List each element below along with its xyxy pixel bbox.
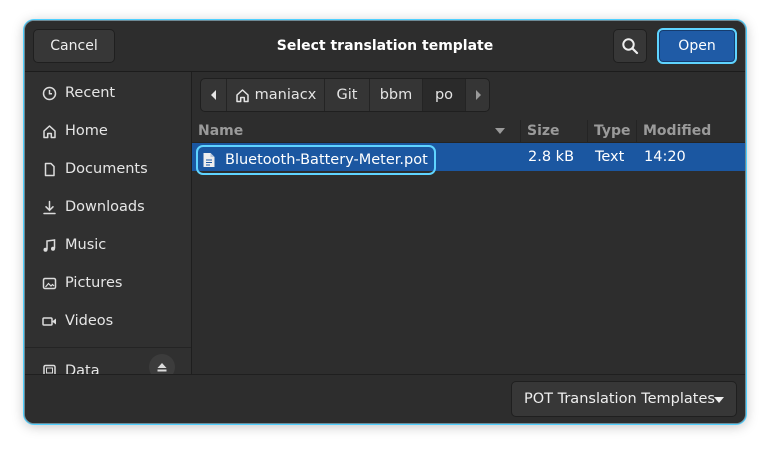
sidebar-item-home[interactable]: Home	[25, 112, 191, 150]
document-icon	[41, 161, 57, 177]
column-header-row: Name Size Type Modified	[192, 120, 745, 143]
file-type-filter-dropdown[interactable]: POT Translation Templates	[511, 381, 737, 417]
path-segment-po[interactable]: po	[423, 79, 466, 111]
column-header-size[interactable]: Size	[520, 120, 587, 142]
sidebar-item-downloads[interactable]: Downloads	[25, 188, 191, 226]
chevron-down-icon	[714, 397, 724, 403]
sidebar-item-label: Recent	[65, 85, 116, 101]
home-icon	[41, 123, 57, 139]
chevron-left-icon	[210, 90, 216, 100]
sidebar-separator	[25, 347, 191, 348]
path-segment-label: bbm	[379, 87, 413, 103]
search-icon	[622, 38, 639, 55]
text-file-icon	[203, 153, 215, 167]
column-header-label: Type	[594, 123, 631, 139]
file-browser: maniacx Git bbm po Name Size Type Modifi…	[192, 72, 745, 374]
column-header-type[interactable]: Type	[587, 120, 636, 142]
chevron-right-icon	[475, 90, 481, 100]
eject-button[interactable]	[149, 354, 175, 374]
path-segment-bbm[interactable]: bbm	[370, 79, 423, 111]
open-button[interactable]: Open	[657, 28, 737, 64]
sidebar-item-label: Videos	[65, 313, 114, 329]
sidebar-item-videos[interactable]: Videos	[25, 302, 191, 340]
eject-icon	[157, 363, 167, 372]
sidebar-item-data[interactable]: Data	[25, 352, 191, 374]
video-icon	[41, 313, 57, 329]
file-name-cell[interactable]: Bluetooth-Battery-Meter.pot	[196, 145, 436, 175]
column-header-label: Name	[198, 123, 244, 139]
file-row[interactable]: Bluetooth-Battery-Meter.pot 2.8 kB Text …	[192, 143, 745, 175]
music-icon	[41, 237, 57, 253]
sort-descending-icon	[495, 128, 505, 134]
column-header-modified[interactable]: Modified	[636, 120, 745, 142]
path-back-button[interactable]	[201, 79, 227, 111]
path-segment-label: Git	[336, 87, 358, 103]
path-segment-label: maniacx	[254, 87, 317, 103]
file-chooser-dialog: Select translation template Cancel Open …	[24, 20, 746, 424]
column-header-name[interactable]: Name	[192, 120, 520, 142]
filter-label: POT Translation Templates	[524, 391, 715, 407]
download-icon	[41, 199, 57, 215]
sidebar-item-label: Pictures	[65, 275, 123, 291]
sidebar-item-documents[interactable]: Documents	[25, 150, 191, 188]
clock-icon	[41, 85, 57, 101]
file-modified: 14:20	[644, 149, 686, 165]
cancel-button[interactable]: Cancel	[33, 29, 115, 63]
path-forward-button[interactable]	[466, 79, 489, 111]
search-button[interactable]	[613, 29, 647, 63]
path-segment-home[interactable]: maniacx	[227, 79, 325, 111]
path-bar: maniacx Git bbm po	[200, 78, 490, 112]
path-segment-label: po	[434, 87, 454, 103]
file-type: Text	[595, 149, 625, 165]
sidebar-item-music[interactable]: Music	[25, 226, 191, 264]
path-segment-git[interactable]: Git	[325, 79, 370, 111]
footer-bar: POT Translation Templates	[25, 374, 745, 423]
drive-icon	[41, 363, 57, 374]
sidebar-item-label: Data	[65, 363, 100, 374]
places-sidebar: Recent Home Documents Downloads Music Pi…	[25, 72, 192, 374]
sidebar-item-label: Home	[65, 123, 108, 139]
sidebar-item-label: Music	[65, 237, 107, 253]
sidebar-item-label: Documents	[65, 161, 148, 177]
file-name: Bluetooth-Battery-Meter.pot	[225, 152, 428, 168]
sidebar-item-label: Downloads	[65, 199, 145, 215]
column-header-label: Modified	[643, 123, 712, 139]
image-icon	[41, 275, 57, 291]
home-icon	[235, 88, 249, 102]
sidebar-item-recent[interactable]: Recent	[25, 74, 191, 112]
file-size: 2.8 kB	[528, 149, 575, 165]
header-bar: Select translation template Cancel Open	[25, 21, 745, 72]
sidebar-item-pictures[interactable]: Pictures	[25, 264, 191, 302]
column-header-label: Size	[527, 123, 560, 139]
